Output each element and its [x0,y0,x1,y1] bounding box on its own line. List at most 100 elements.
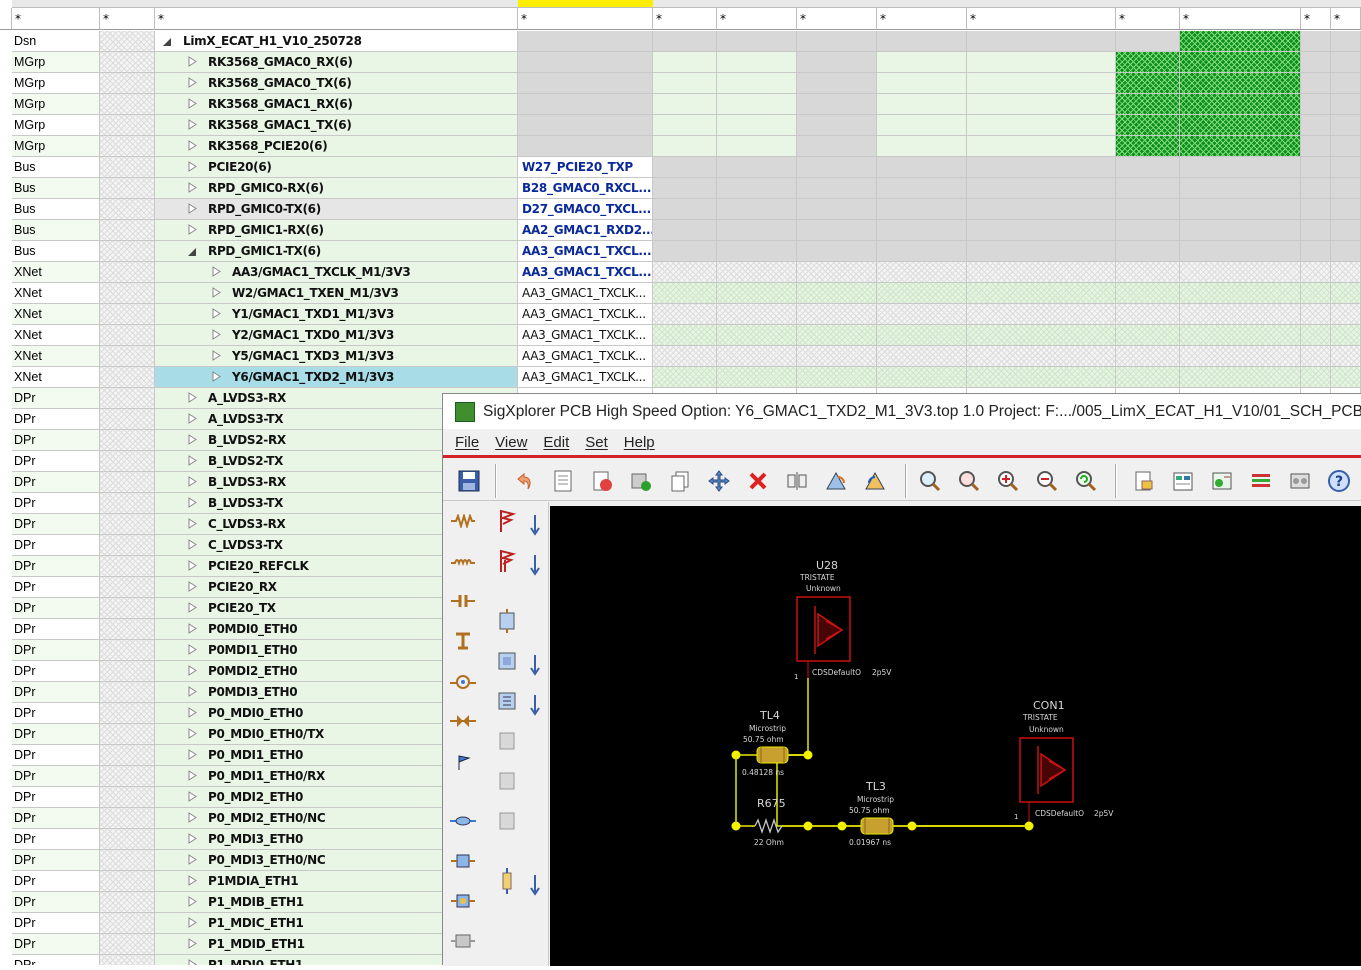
table-row[interactable]: Bus RPD_GMIC1-TX(6) AA3_GMAC1_TXCL... [0,241,1361,262]
down-arrow-icon[interactable] [519,650,551,680]
expand-icon[interactable] [188,73,202,93]
expand-icon[interactable] [212,304,226,324]
expand-icon[interactable] [188,535,202,555]
object-name-cell[interactable]: RK3568_GMAC0_RX(6) [155,52,518,73]
tl4-transmission-line[interactable]: TL4 Microstrip 50.75 ohm 0.48128 ns [742,709,789,777]
constraint-cell[interactable] [967,199,1116,220]
table-row[interactable]: MGrp RK3568_GMAC0_TX(6) [0,73,1361,94]
column-filter-cell[interactable]: * [797,8,877,30]
constraint-cell[interactable] [1116,136,1180,157]
constraint-cell[interactable] [967,262,1116,283]
table-row[interactable]: MGrp RK3568_GMAC0_RX(6) [0,52,1361,73]
spreadsheet-icon[interactable] [1285,466,1315,496]
constraint-cell[interactable] [1331,136,1361,157]
constraint-cell[interactable] [797,262,877,283]
column-filter-cell[interactable]: * [717,8,797,30]
constraint-cell[interactable] [967,73,1116,94]
flag-icon[interactable] [447,746,479,776]
spec-value-cell[interactable]: B28_GMAC0_RXCL... [518,178,653,199]
flip-icon[interactable] [860,466,890,496]
constraint-cell[interactable] [967,157,1116,178]
column-top-strip[interactable] [877,0,967,8]
menu-set[interactable]: Set [585,434,608,451]
save-icon[interactable] [454,466,484,496]
constraint-cell[interactable] [1180,367,1301,388]
column-filter-cell[interactable]: * [1301,8,1331,30]
tl3-transmission-line[interactable]: TL3 Microstrip 50.75 ohm 0.01967 ns [849,780,894,847]
spec-value-cell[interactable]: AA3_GMAC1_TXCLK... [518,367,653,388]
constraint-cell[interactable] [1301,157,1331,178]
constraint-cell[interactable] [653,325,717,346]
object-name-cell[interactable]: AA3/GMAC1_TXCLK_M1/3V3 [155,262,518,283]
constraint-cell[interactable] [653,115,717,136]
expand-icon[interactable] [188,157,202,177]
expand-icon[interactable] [188,388,202,408]
column-top-strip[interactable] [1180,0,1301,8]
constraint-cell[interactable] [653,136,717,157]
constraint-cell[interactable] [877,136,967,157]
object-name-cell[interactable]: RPD_GMIC0-TX(6) [155,199,518,220]
con1-receiver[interactable]: CON1 TRISTATE Unknown 1 CDSDefaultO 2p5V [1014,699,1114,826]
constraint-cell[interactable] [877,115,967,136]
constraint-cell[interactable] [797,304,877,325]
constraint-cell[interactable] [1301,241,1331,262]
constraint-cell[interactable] [797,367,877,388]
constraint-cell[interactable] [1116,157,1180,178]
constraint-cell[interactable] [1301,31,1331,52]
constraint-cell[interactable] [797,52,877,73]
constraint-cell[interactable] [877,220,967,241]
constraint-cell[interactable] [653,178,717,199]
constraint-cell[interactable] [1116,220,1180,241]
constraint-cell[interactable] [653,199,717,220]
terminator-icon[interactable] [447,626,479,656]
constraint-cell[interactable] [717,73,797,94]
constraint-cell[interactable] [967,220,1116,241]
column-filter-cell[interactable]: * [1180,8,1301,30]
zoom-previous-icon[interactable] [1071,466,1101,496]
constraint-cell[interactable] [797,136,877,157]
constraint-cell[interactable] [1301,325,1331,346]
inductor-icon[interactable] [447,546,479,576]
constraint-cell[interactable] [717,157,797,178]
probe-icon[interactable] [447,666,479,696]
constraint-cell[interactable] [1180,94,1301,115]
constraint-cell[interactable] [717,136,797,157]
via-icon[interactable] [447,806,479,836]
constraint-cell[interactable] [1116,304,1180,325]
expand-icon[interactable] [188,556,202,576]
copy-icon[interactable] [665,466,695,496]
constraint-cell[interactable] [1180,241,1301,262]
constraint-cell[interactable] [1301,367,1331,388]
constraint-cell[interactable] [1180,52,1301,73]
constraint-cell[interactable] [797,157,877,178]
column-top-strip[interactable] [12,0,100,8]
constraint-cell[interactable] [1331,283,1361,304]
constraint-cell[interactable] [877,325,967,346]
constraint-cell[interactable] [1331,178,1361,199]
object-name-cell[interactable]: Y1/GMAC1_TXD1_M1/3V3 [155,304,518,325]
column-top-strip[interactable] [717,0,797,8]
constraint-cell[interactable] [653,31,717,52]
object-name-cell[interactable]: RK3568_GMAC1_RX(6) [155,94,518,115]
constraint-cell[interactable] [1180,178,1301,199]
constraint-cell[interactable] [797,283,877,304]
expand-icon[interactable] [188,472,202,492]
object-name-cell[interactable]: Y2/GMAC1_TXD0_M1/3V3 [155,325,518,346]
column-top-strip[interactable] [155,0,518,8]
spec-value-cell[interactable]: W27_PCIE20_TXP [518,157,653,178]
expand-icon[interactable] [188,430,202,450]
constraint-cell[interactable] [1301,94,1331,115]
constraint-cell[interactable] [1116,52,1180,73]
expand-icon[interactable] [188,514,202,534]
spec-value-cell[interactable]: AA3_GMAC1_TXCL... [518,241,653,262]
constraint-cell[interactable] [1331,115,1361,136]
constraint-cell[interactable] [877,73,967,94]
constraint-cell[interactable] [1301,178,1331,199]
constraint-cell[interactable] [1331,199,1361,220]
down-arrow-icon[interactable] [519,550,551,580]
object-name-cell[interactable]: RPD_GMIC1-TX(6) [155,241,518,262]
constraint-cell[interactable] [717,346,797,367]
constraint-cell[interactable] [1301,262,1331,283]
constraint-cell[interactable] [877,283,967,304]
zoom-fit-icon[interactable] [915,466,945,496]
